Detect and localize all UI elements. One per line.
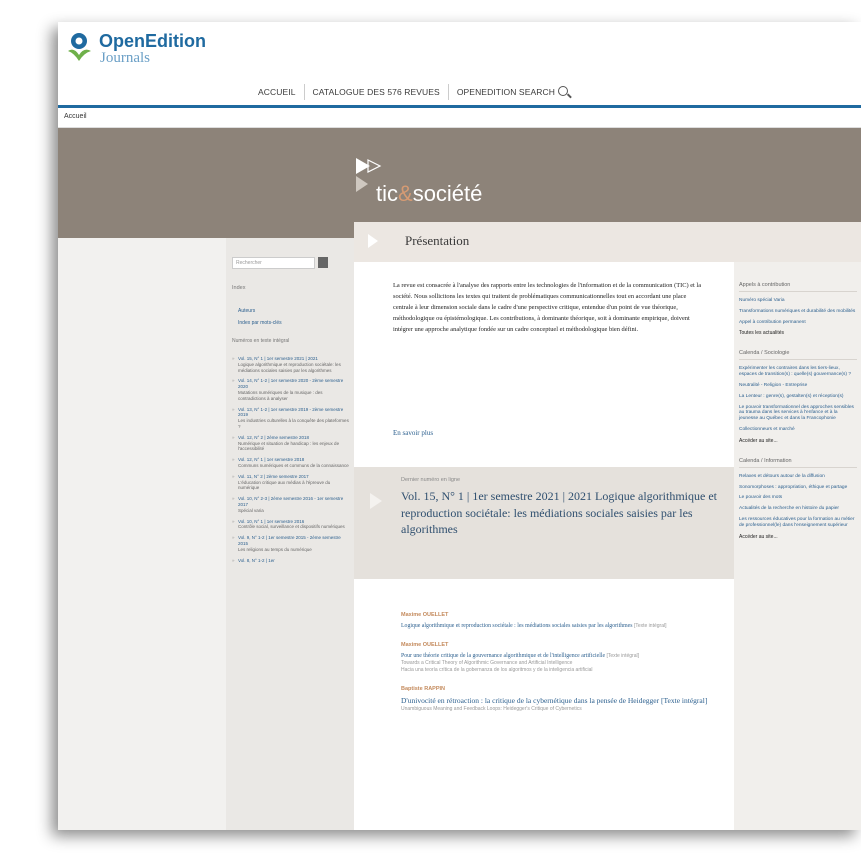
call-link[interactable]: Appel à contribution permanent <box>739 320 857 326</box>
article-title-text: D'univocité en rétroaction : la critique… <box>401 696 661 705</box>
sidebar-issue-volume: Vol. 9, N° 1-2 | 1er semestre 2015 - 2èm… <box>238 535 341 546</box>
sidebar-issue-item[interactable]: Vol. 12, N° 2 | 2ème semestre 2018Numéri… <box>232 435 350 452</box>
sidebar-issue-item[interactable]: Vol. 13, N° 1-2 | 1er semestre 2019 - 2è… <box>232 407 350 430</box>
calenda-sociology-link[interactable]: Expérimenter les contraires dans les tie… <box>739 366 857 378</box>
calenda-sociology-link[interactable]: Le pouvoir transformationnel des approch… <box>739 405 857 422</box>
calenda-sociology-link[interactable]: La Lenteur : genre(s), gestalten(s) et r… <box>739 394 857 400</box>
index-link-authors[interactable]: Auteurs <box>238 308 255 314</box>
sidebar-issue-subtitle: Contrôle social, surveillance et disposi… <box>238 524 345 530</box>
calenda-information-link[interactable]: Actualités de la recherche en histoire d… <box>739 506 857 512</box>
page-viewport: OpenEdition Journals ACCUEIL CATALOGUE D… <box>58 22 861 830</box>
journal-title-b: société <box>412 181 483 206</box>
header-accent-line <box>58 105 861 108</box>
article-translated-title[interactable]: Towards a Critical Theory of Algorithmic… <box>401 660 711 667</box>
sidebar-issue-subtitle: L'éducation critique aux médias à l'épre… <box>238 479 331 491</box>
journal-title[interactable]: tic&société <box>376 181 482 207</box>
index-link-keywords[interactable]: Index par mots-clés <box>238 320 282 326</box>
nav-divider <box>303 84 305 100</box>
article-title-text: Logique algorithmique et reproduction so… <box>401 623 634 629</box>
nav-divider <box>447 84 449 100</box>
article-fulltext-tag[interactable]: [Texte intégral] <box>606 653 639 659</box>
all-news-link[interactable]: Toutes les actualités <box>739 330 857 336</box>
sidebar-issue-subtitle: Les religions au temps du numérique <box>238 546 312 552</box>
article-title-text: Pour une théorie critique de la gouverna… <box>401 653 607 659</box>
nav-catalogue[interactable]: CATALOGUE DES 576 REVUES <box>313 87 440 97</box>
sidebar-issue-subtitle: Numérique et situation de handicap : les… <box>238 440 340 452</box>
call-link[interactable]: Transformations numériques et durabilité… <box>739 309 857 315</box>
sidebar-issue-item[interactable]: Vol. 10, N° 1 | 1er semestre 2016Contrôl… <box>232 519 350 531</box>
breadcrumb-home[interactable]: Accueil <box>64 113 87 120</box>
article-translated-title[interactable]: Unambiguous Meaning and Feedback Loops: … <box>401 706 711 713</box>
article-fulltext-tag[interactable]: [Texte intégral] <box>634 623 667 629</box>
sidebar: Rechercher Index Auteurs Index par mots-… <box>226 238 354 830</box>
sidebar-issue-item[interactable]: Vol. 15, N° 1 | 1er semestre 2021 | 2021… <box>232 356 350 373</box>
latest-issue-arrow-icon <box>370 493 382 509</box>
sidebar-issue-subtitle: Spécial varia <box>238 507 264 513</box>
search-icon[interactable] <box>557 86 568 96</box>
article-translated-title[interactable]: Hacia una teoría crítica de la gobernanz… <box>401 667 711 674</box>
calenda-sociology-link[interactable]: Collectionneurs et marché <box>739 427 857 433</box>
issue-list: Vol. 15, N° 1 | 1er semestre 2021 | 2021… <box>232 356 350 568</box>
play-icon <box>368 234 378 248</box>
article-entry: Baptiste RAPPIN D'univocité en rétroactio… <box>401 686 711 713</box>
breadcrumb: Accueil <box>58 109 861 128</box>
article-title[interactable]: Logique algorithmique et reproduction so… <box>401 622 711 630</box>
sidebar-issue-item[interactable]: Vol. 11, N° 2 | 2ème semestre 2017L'éduc… <box>232 474 350 491</box>
calenda-information-link[interactable]: Les ressources éducatives pour la format… <box>739 517 857 529</box>
article-author[interactable]: Maxime OUELLET <box>401 612 711 618</box>
sidebar-issue-item[interactable]: Vol. 14, N° 1-2 | 1er semestre 2020 - 2è… <box>232 378 350 401</box>
calenda-information-link[interactable]: Relaxes et détours autour de la diffusio… <box>739 474 857 480</box>
presentation-text: La revue est consacrée à l'analyse des r… <box>393 282 702 334</box>
latest-issue-label: Dernier numéro en ligne <box>401 477 461 483</box>
sidebar-issue-subtitle: Mutations numériques de la musique : des… <box>238 389 323 401</box>
site-header: OpenEdition Journals ACCUEIL CATALOGUE D… <box>58 22 861 109</box>
calenda-sociology-heading: Calenda / Sociologie <box>739 350 857 361</box>
article-title[interactable]: D'univocité en rétroaction : la critique… <box>401 696 711 706</box>
left-margin <box>58 238 226 830</box>
article-title[interactable]: Pour une théorie critique de la gouverna… <box>401 652 711 660</box>
main-nav: ACCUEIL CATALOGUE DES 576 REVUES OPENEDI… <box>258 84 568 100</box>
calenda-sociology-link[interactable]: Neutralité - Religion - Entreprise <box>739 383 857 389</box>
article-entry: Maxime OUELLET Pour une théorie critique … <box>401 642 711 674</box>
right-content: Appels à contribution Numéro spécial Vari… <box>739 276 857 554</box>
sidebar-issue-volume: Vol. 8, N° 1-2 | 1er <box>238 557 275 563</box>
brand-name[interactable]: OpenEdition <box>99 31 206 52</box>
sidebar-issue-subtitle: Communs numériques et communs de la conn… <box>238 462 349 468</box>
sidebar-issue-item[interactable]: Vol. 8, N° 1-2 | 1er <box>232 558 350 564</box>
sidebar-search-input[interactable]: Rechercher <box>232 257 315 269</box>
brand-subtitle: Journals <box>100 50 150 66</box>
sidebar-issue-item[interactable]: Vol. 12, N° 1 | 1er semestre 2018Communs… <box>232 457 350 469</box>
sidebar-issue-volume: Vol. 14, N° 1-2 | 1er semestre 2020 - 2è… <box>238 378 344 390</box>
sidebar-issue-item[interactable]: Vol. 9, N° 1-2 | 1er semestre 2015 - 2èm… <box>232 535 350 552</box>
journal-title-a: tic <box>376 181 398 206</box>
journal-title-amp: & <box>398 181 413 206</box>
calenda-sociology-more-link[interactable]: Accéder au site... <box>739 438 857 444</box>
article-author[interactable]: Maxime OUELLET <box>401 642 711 648</box>
calenda-information-link[interactable]: Sonomorphoses : appropriation, éthique e… <box>739 485 857 491</box>
presentation-heading: Présentation <box>405 233 470 248</box>
sidebar-search-button[interactable] <box>318 257 328 268</box>
calenda-information-link[interactable]: Le pouvoir des mots <box>739 495 857 501</box>
article-fulltext-tag[interactable]: [Texte intégral] <box>661 696 707 705</box>
index-heading: Index <box>232 285 246 291</box>
sidebar-issue-subtitle: Logique algorithmique et reproduction so… <box>238 361 341 373</box>
calenda-information-heading: Calenda / Information <box>739 458 857 468</box>
call-link[interactable]: Numéro spécial Varia <box>739 298 857 304</box>
openedition-logo-icon[interactable] <box>66 31 94 63</box>
article-author[interactable]: Baptiste RAPPIN <box>401 686 711 692</box>
sidebar-issue-volume: Vol. 13, N° 1-2 | 1er semestre 2019 - 2è… <box>238 406 344 418</box>
calls-heading: Appels à contribution <box>739 282 857 292</box>
article-entry: Maxime OUELLET Logique algorithmique et r… <box>401 612 711 630</box>
sidebar-issue-item[interactable]: Vol. 10, N° 2-3 | 2ème semestre 2016 - 1… <box>232 496 350 513</box>
nav-accueil[interactable]: ACCUEIL <box>258 87 296 97</box>
more-link[interactable]: En savoir plus <box>393 429 433 437</box>
article-list: Maxime OUELLET Logique algorithmique et r… <box>401 612 711 725</box>
issues-heading: Numéros en texte intégral <box>232 338 290 344</box>
latest-issue-title[interactable]: Vol. 15, N° 1 | 1er semestre 2021 | 2021… <box>401 488 721 538</box>
calenda-information-more-link[interactable]: Accéder au site... <box>739 534 857 540</box>
nav-openedition-search[interactable]: OPENEDITION SEARCH <box>457 87 555 97</box>
sidebar-issue-volume: Vol. 10, N° 2-3 | 2ème semestre 2016 - 1… <box>238 496 344 507</box>
sidebar-issue-subtitle: Les industries culturelles à la conquête… <box>238 418 349 429</box>
